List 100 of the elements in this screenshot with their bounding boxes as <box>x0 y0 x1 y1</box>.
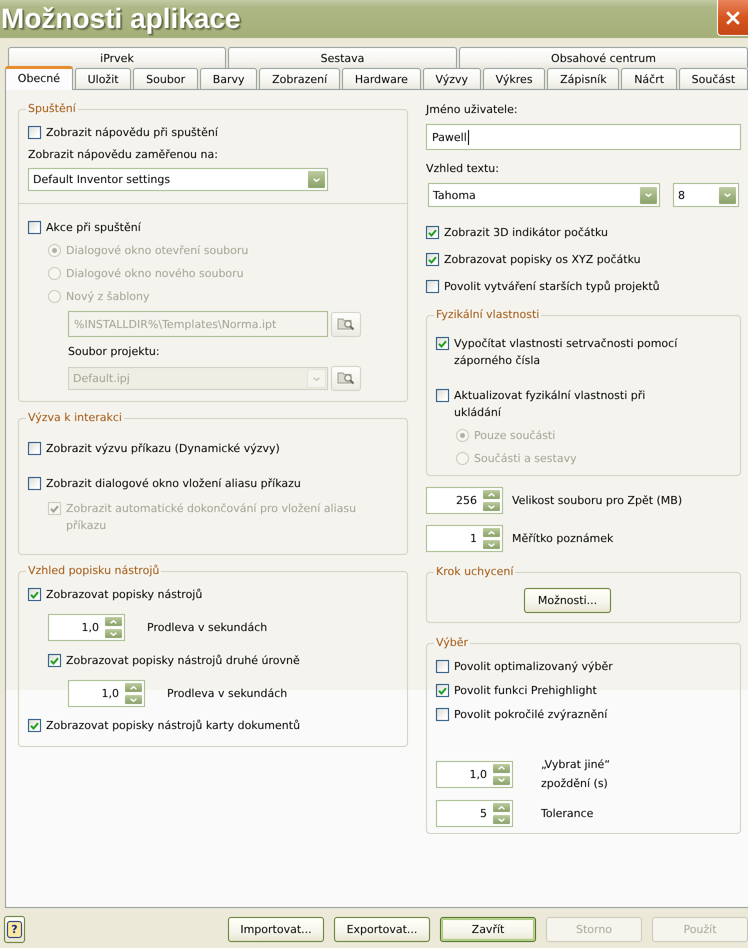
tab[interactable]: Uložit <box>74 68 132 89</box>
text-field[interactable]: Pawell <box>426 124 741 150</box>
push-button[interactable]: Exportovat... <box>334 917 430 942</box>
spin-down-button[interactable] <box>482 539 501 550</box>
checkbox[interactable] <box>28 221 41 234</box>
tab[interactable]: Součást <box>678 68 748 89</box>
tab[interactable]: Zobrazení <box>259 68 340 89</box>
checkbox-label: Vypočítat vlastnosti setrvačnosti pomocí záporného čísla <box>454 336 678 369</box>
close-icon <box>725 10 741 26</box>
group-title: Spuštění <box>27 101 77 117</box>
spinner-label: Tolerance <box>541 806 594 822</box>
checkbox[interactable] <box>436 708 449 721</box>
tab[interactable]: Výkres <box>482 68 546 89</box>
checkbox-label: Zobrazovat popisky nástrojů druhé úrovně <box>66 653 300 669</box>
check-icon <box>50 656 59 664</box>
checkbox-label: Zobrazit dialogové okno vložení aliasu příkazu <box>46 476 301 492</box>
spin-up-button[interactable] <box>124 682 143 693</box>
spin-down-button[interactable] <box>482 501 501 512</box>
spinner-label: Prodleva v sekundách <box>167 686 288 702</box>
checkbox-label: Zobrazovat popisky nástrojů karty dokumentů <box>46 718 300 734</box>
spinner-label: „Vybrat jiné“ zpoždění (s) <box>541 757 612 792</box>
chevron-up-icon <box>488 492 495 496</box>
chevron-up-icon <box>130 686 137 690</box>
spin-down-button[interactable] <box>492 774 511 786</box>
spin-up-button[interactable] <box>104 616 123 627</box>
spin-box[interactable]: 1,0 <box>436 760 513 788</box>
checkbox[interactable] <box>28 588 41 601</box>
spin-box[interactable]: 1,0 <box>48 614 125 641</box>
radio-label: Součásti a sestavy <box>474 451 577 467</box>
check-icon <box>30 722 39 730</box>
checkbox[interactable] <box>436 660 449 673</box>
dropdown[interactable]: Default Inventor settings <box>28 168 328 191</box>
checkbox[interactable] <box>48 654 61 667</box>
spin-box[interactable]: 1 <box>426 525 503 552</box>
spin-down-button[interactable] <box>124 694 143 705</box>
radio-dot-icon <box>52 248 57 253</box>
chevron-down-icon <box>110 632 117 636</box>
spin-up-button[interactable] <box>482 527 501 538</box>
spin-box[interactable]: 1,0 <box>68 680 145 707</box>
tab[interactable]: Obsahové centrum <box>459 47 748 68</box>
chevron-up-icon <box>498 806 505 810</box>
chevron-up-icon <box>488 530 495 534</box>
tab[interactable]: Hardware <box>342 68 421 89</box>
field-label: Jméno uživatele: <box>426 102 518 118</box>
spin-box[interactable]: 5 <box>436 800 513 827</box>
spin-up-button[interactable] <box>492 802 511 813</box>
dropdown[interactable]: 8 <box>673 183 739 207</box>
group-title: Výzva k interakci <box>27 410 123 426</box>
checkbox-label: Zobrazit 3D indikátor počátku <box>444 225 608 241</box>
checkbox-label: Aktualizovat fyzikální vlastnosti při ukládání <box>454 388 646 421</box>
radio-dot-icon <box>460 433 465 438</box>
spin-up-button[interactable] <box>492 762 511 774</box>
tab[interactable]: Barvy <box>200 68 258 89</box>
checkbox[interactable] <box>426 280 439 293</box>
spin-box[interactable]: 256 <box>426 487 503 514</box>
spin-down-button[interactable] <box>492 814 511 825</box>
field-label: Vzhled textu: <box>426 161 499 177</box>
tab[interactable]: Obecné <box>5 66 73 90</box>
checkbox-label: Zobrazit automatické dokončování pro vložení aliasu příkazu <box>66 501 358 534</box>
dropdown[interactable]: Tahoma <box>428 183 660 207</box>
field-label: Soubor projektu: <box>68 344 160 360</box>
tab[interactable]: Náčrt <box>621 68 677 89</box>
tab[interactable]: Zápisník <box>547 68 620 89</box>
chevron-down-icon <box>724 193 731 197</box>
group-title: Vzhled popisku nástrojů <box>27 563 160 579</box>
radio-label: Dialogové okno nového souboru <box>66 266 244 282</box>
push-button[interactable]: Možnosti... <box>524 588 611 613</box>
checkbox-label: Zobrazit nápovědu při spuštění <box>46 125 218 141</box>
checkbox-label: Povolit funkci Prehighlight <box>454 683 597 699</box>
chevron-up-icon <box>498 766 505 770</box>
checkbox[interactable] <box>436 337 449 350</box>
checkbox[interactable] <box>28 126 41 139</box>
spin-up-button[interactable] <box>482 489 501 500</box>
chevron-down-icon <box>488 542 495 546</box>
tab[interactable]: Výzvy <box>422 68 481 89</box>
group-title: Výběr <box>435 635 470 651</box>
push-button[interactable]: Importovat... <box>228 917 324 942</box>
close-button[interactable] <box>717 0 748 36</box>
checkbox-label: Zobrazit výzvu příkazu (Dynamické výzvy) <box>46 441 280 457</box>
spin-down-button[interactable] <box>104 628 123 639</box>
help-button[interactable]: ? <box>4 916 25 943</box>
checkbox[interactable] <box>28 477 41 490</box>
checkbox[interactable] <box>436 684 449 697</box>
checkbox-label: Zobrazovat popisky os XYZ počátku <box>444 252 641 268</box>
checkbox[interactable] <box>426 226 439 239</box>
checkbox[interactable] <box>28 719 41 732</box>
spinner-label: Prodleva v sekundách <box>147 620 268 636</box>
radio-label: Dialogové okno otevření souboru <box>66 243 248 259</box>
push-button[interactable]: Zavřít <box>440 917 536 942</box>
tab[interactable]: iPrvek <box>8 47 226 68</box>
tab[interactable]: Sestava <box>228 47 457 68</box>
folder-magnifier-icon <box>337 372 355 385</box>
checkbox[interactable] <box>426 253 439 266</box>
checkbox[interactable] <box>436 389 449 402</box>
tab[interactable]: Soubor <box>133 68 198 89</box>
spinner-label: Měřítko poznámek <box>512 531 614 547</box>
chevron-down-icon <box>645 193 652 197</box>
check-icon <box>438 686 447 694</box>
checkbox[interactable] <box>28 442 41 455</box>
text-cursor-icon <box>468 130 469 144</box>
